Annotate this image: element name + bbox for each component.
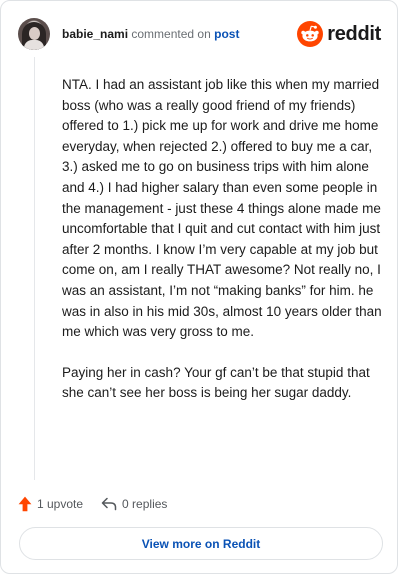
comment-body: NTA. I had an assistant job like this wh… <box>62 75 382 424</box>
comment-paragraph: Paying her in cash? Your gf can’t be tha… <box>62 364 370 401</box>
username-link[interactable]: babie_nami <box>62 27 128 41</box>
replies-count: 0 replies <box>122 497 168 511</box>
commented-on-text: commented on <box>131 27 211 41</box>
comment-embed-card: babie_nami commented on post reddit NTA.… <box>0 0 398 574</box>
avatar[interactable] <box>18 18 50 50</box>
upvote-count: 1 upvote <box>37 497 84 511</box>
reddit-wordmark: reddit <box>327 22 381 45</box>
reddit-logo-icon <box>297 21 324 47</box>
comment-actions: 1 upvote 0 replies <box>18 495 167 513</box>
thread-line <box>34 57 35 480</box>
comment-header: babie_nami commented on post reddit <box>18 18 381 52</box>
byline: babie_nami commented on post <box>62 27 239 41</box>
view-more-on-reddit-button[interactable]: View more on Reddit <box>19 527 383 560</box>
reddit-brand-link[interactable]: reddit <box>297 21 381 47</box>
replies-button[interactable]: 0 replies <box>101 497 167 511</box>
comment-paragraph: NTA. I had an assistant job like this wh… <box>62 77 382 340</box>
upvote-arrow-icon <box>18 496 32 512</box>
reply-arrow-icon <box>101 497 117 511</box>
upvote-button[interactable]: 1 upvote <box>18 496 83 512</box>
post-link[interactable]: post <box>214 27 239 41</box>
